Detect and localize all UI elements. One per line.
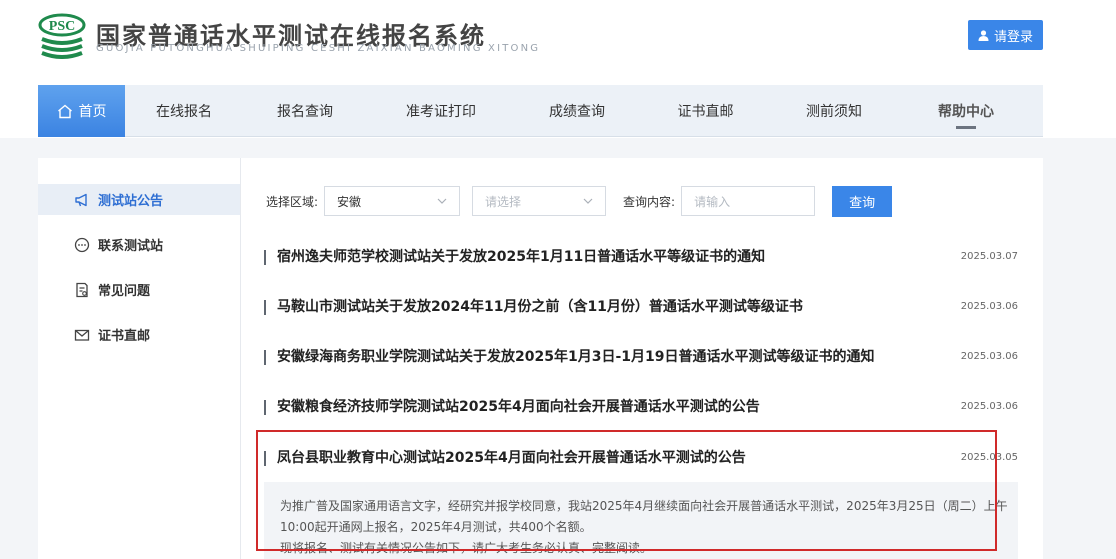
- nav-label: 测前须知: [806, 104, 862, 120]
- region-label: 选择区域:: [266, 194, 319, 209]
- nav-label: 成绩查询: [549, 104, 605, 120]
- user-icon: [978, 29, 989, 41]
- main-nav: 首页 在线报名 报名查询 准考证打印 成绩查询 证书直邮 测前须知 帮助中心: [38, 85, 1043, 137]
- sidebar-item-faq[interactable]: 常见问题: [38, 274, 240, 305]
- notice-title[interactable]: 安徽绿海商务职业学院测试站关于发放2025年1月3日-1月19日普通话水平测试等…: [277, 346, 874, 366]
- sidebar-item-station-notice[interactable]: 测试站公告: [38, 184, 240, 215]
- nav-item-score-query[interactable]: 成绩查询: [515, 85, 639, 137]
- nav-item-admission-print[interactable]: 准考证打印: [367, 85, 515, 137]
- nav-item-certificate-mail[interactable]: 证书直邮: [639, 85, 772, 137]
- notice-date: 2025.03.05: [960, 452, 1018, 463]
- nav-item-test-notice[interactable]: 测前须知: [772, 85, 896, 137]
- sidebar-item-label: 联系测试站: [98, 239, 164, 254]
- nav-label: 帮助中心: [938, 104, 994, 120]
- chevron-down-icon: [437, 198, 447, 204]
- nav-item-registration-query[interactable]: 报名查询: [243, 85, 367, 137]
- chevron-down-icon: [583, 198, 593, 204]
- sidebar: 测试站公告 联系测试站 常见问题 证书直邮: [38, 184, 240, 364]
- content-input-placeholder: 请输入: [694, 194, 731, 209]
- row-marker: [264, 451, 266, 466]
- row-marker: [264, 400, 266, 415]
- site-title-pinyin: GUOJIA PUTONGHUA SHUIPING CESHI ZAIXIAN …: [96, 43, 541, 54]
- row-marker: [264, 250, 266, 265]
- sidebar-item-label: 证书直邮: [98, 329, 151, 344]
- excerpt-line: 10:00起开通网上报名，2025年4月测试，共400个名额。: [280, 520, 592, 534]
- sidebar-item-contact-station[interactable]: 联系测试站: [38, 229, 240, 260]
- psc-logo-icon: PSC: [38, 13, 86, 59]
- nav-item-help-center[interactable]: 帮助中心: [896, 85, 1036, 137]
- row-marker: [264, 350, 266, 365]
- notice-row[interactable]: 宿州逸夫师范学校测试站关于发放2025年1月11日普通话水平等级证书的通知 20…: [264, 232, 1018, 282]
- mail-icon: [74, 329, 90, 341]
- content-panel: 测试站公告 联系测试站 常见问题 证书直邮 选择区域: 安徽 请选择 查询内容:…: [38, 158, 1043, 559]
- sidebar-item-certificate-mail[interactable]: 证书直邮: [38, 319, 240, 350]
- row-marker: [264, 300, 266, 315]
- sub-region-placeholder: 请选择: [485, 194, 522, 209]
- nav-item-online-registration[interactable]: 在线报名: [125, 85, 243, 137]
- notice-title[interactable]: 宿州逸夫师范学校测试站关于发放2025年1月11日普通话水平等级证书的通知: [277, 246, 765, 266]
- region-select-value: 安徽: [337, 194, 362, 209]
- nav-label: 报名查询: [277, 104, 333, 120]
- notice-row[interactable]: 马鞍山市测试站关于发放2024年11月份之前（含11月份）普通话水平测试等级证书…: [264, 282, 1018, 332]
- query-button[interactable]: 查询: [832, 185, 893, 217]
- notice-title[interactable]: 安徽粮食经济技师学院测试站2025年4月面向社会开展普通话水平测试的公告: [277, 396, 760, 416]
- content-input[interactable]: 请输入: [681, 186, 816, 216]
- notice-row[interactable]: 凤台县职业教育中心测试站2025年4月面向社会开展普通话水平测试的公告 2025…: [264, 433, 1018, 483]
- filter-bar: 选择区域: 安徽 请选择 查询内容: 请输入 查询: [266, 185, 893, 217]
- header: PSC 国家普通话水平测试在线报名系统 GUOJIA PUTONGHUA SHU…: [0, 0, 1116, 138]
- sidebar-item-label: 测试站公告: [98, 194, 164, 209]
- nav-label: 在线报名: [156, 104, 212, 120]
- sidebar-item-label: 常见问题: [98, 284, 151, 299]
- notice-date: 2025.03.06: [960, 351, 1018, 362]
- notice-date: 2025.03.06: [960, 301, 1018, 312]
- notice-excerpt: 为推广普及国家通用语言文字，经研究并报学校同意，我站2025年4月继续面向社会开…: [264, 482, 1018, 559]
- excerpt-line: 现将报名、测试有关情况公告如下，请广大考生务必认真、完整阅读。: [280, 541, 653, 555]
- nav-label: 准考证打印: [406, 104, 476, 120]
- notice-row[interactable]: 安徽绿海商务职业学院测试站关于发放2025年1月3日-1月19日普通话水平测试等…: [264, 332, 1018, 382]
- chat-bubble-icon: [74, 237, 90, 253]
- notice-title[interactable]: 马鞍山市测试站关于发放2024年11月份之前（含11月份）普通话水平测试等级证书: [277, 296, 803, 316]
- notice-row[interactable]: 安徽粮食经济技师学院测试站2025年4月面向社会开展普通话水平测试的公告 202…: [264, 382, 1018, 432]
- sidebar-divider: [240, 158, 241, 559]
- sub-region-select[interactable]: 请选择: [472, 186, 607, 216]
- nav-label-home: 首页: [78, 104, 107, 120]
- notice-title[interactable]: 凤台县职业教育中心测试站2025年4月面向社会开展普通话水平测试的公告: [277, 447, 746, 467]
- login-label: 请登录: [993, 29, 1033, 45]
- login-button[interactable]: 请登录: [968, 20, 1043, 50]
- region-select[interactable]: 安徽: [324, 186, 461, 216]
- logo-text: PSC: [49, 19, 75, 34]
- megaphone-icon: [75, 193, 87, 207]
- nav-item-home[interactable]: 首页: [38, 85, 125, 137]
- notice-date: 2025.03.06: [960, 401, 1018, 412]
- content-label: 查询内容:: [623, 194, 676, 209]
- logo[interactable]: PSC: [38, 12, 86, 60]
- home-icon: [57, 104, 72, 118]
- notice-date: 2025.03.07: [960, 251, 1018, 262]
- excerpt-line: 为推广普及国家通用语言文字，经研究并报学校同意，我站2025年4月继续面向社会开…: [280, 499, 1008, 513]
- nav-label: 证书直邮: [677, 104, 734, 120]
- document-icon: [76, 282, 88, 298]
